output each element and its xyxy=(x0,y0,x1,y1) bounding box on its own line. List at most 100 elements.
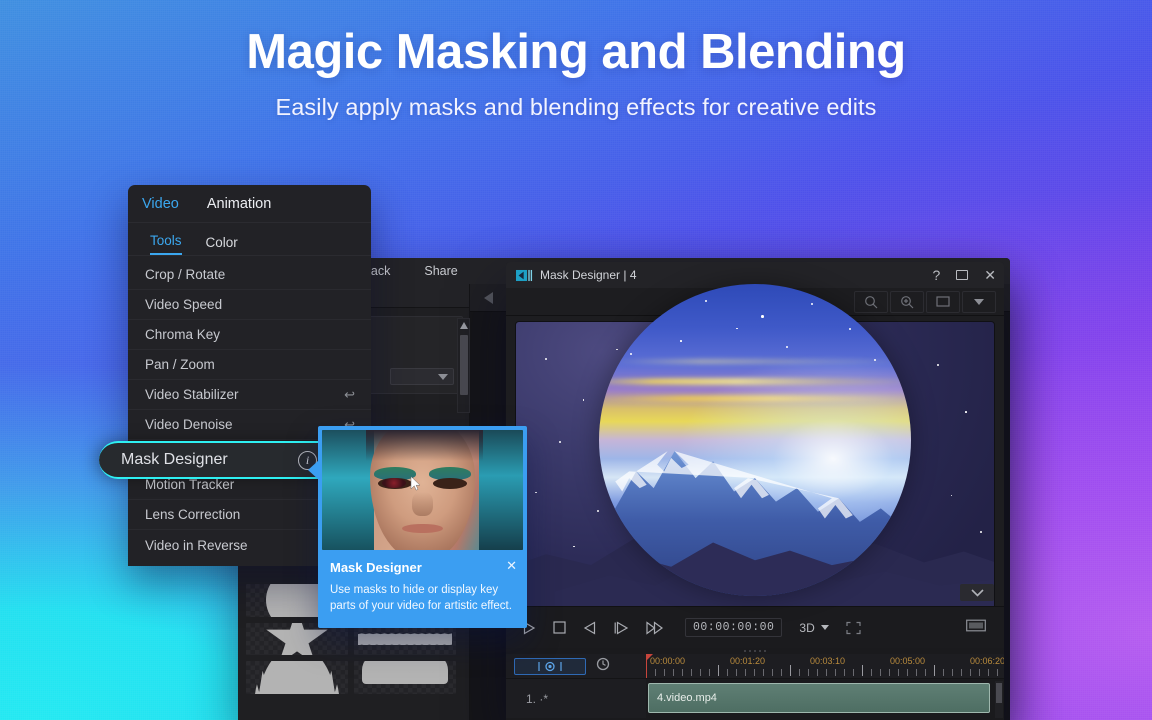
menu-item-label: Video in Reverse xyxy=(145,537,248,553)
close-button[interactable]: ✕ xyxy=(984,268,996,282)
sunburst-shape-icon xyxy=(258,661,336,694)
chevron-down-icon xyxy=(820,625,829,630)
window-controls: ? ✕ xyxy=(932,262,996,288)
menu-item-pan-zoom[interactable]: Pan / Zoom xyxy=(128,350,371,380)
frame-icon xyxy=(935,296,950,307)
screenshot-root: Magic Masking and Blending Easily apply … xyxy=(0,0,1152,720)
flyout-tabs: Video Animation xyxy=(128,185,371,223)
mask-designer-title: Mask Designer | 4 xyxy=(540,268,637,282)
clock-icon xyxy=(596,657,610,670)
circular-mask-region[interactable] xyxy=(599,284,911,596)
snapshot-button[interactable] xyxy=(966,618,986,637)
hero-header: Magic Masking and Blending Easily apply … xyxy=(0,24,1152,121)
editor-scrollbar[interactable] xyxy=(457,318,470,413)
fast-forward-button[interactable] xyxy=(646,620,664,635)
tab-animation[interactable]: Animation xyxy=(207,196,271,212)
fast-forward-icon xyxy=(646,620,664,635)
help-button[interactable]: ? xyxy=(932,268,940,282)
timeline-vertical-scrollbar[interactable] xyxy=(995,681,1003,718)
scroll-up-icon[interactable] xyxy=(460,322,468,329)
undo-arrow-icon[interactable]: ↩ xyxy=(344,387,355,403)
fullscreen-button[interactable] xyxy=(846,621,861,635)
iris-sparkle-effect xyxy=(382,478,407,488)
chevron-down-icon xyxy=(970,588,984,597)
subtab-color[interactable]: Color xyxy=(206,235,238,255)
chevron-down-icon xyxy=(438,373,448,380)
mask-designer-window: Mask Designer | 4 ? ✕ 00:00:00:00 3D 00:… xyxy=(506,262,1004,720)
stop-button[interactable] xyxy=(553,621,566,634)
ruler-major-ticks xyxy=(646,665,1004,676)
stop-icon xyxy=(553,621,566,634)
tooltip-body: Mask Designer ✕ Use masks to hide or dis… xyxy=(318,550,527,628)
menu-item-label: Crop / Rotate xyxy=(145,267,226,282)
menu-item-label: Pan / Zoom xyxy=(145,357,215,372)
tooltip-close-button[interactable]: ✕ xyxy=(506,559,517,572)
editor-dropdown[interactable] xyxy=(390,368,454,385)
keyframe-mode-button[interactable] xyxy=(514,657,586,675)
menu-item-label: Video Speed xyxy=(145,297,223,312)
mask-designer-tooltip: Mask Designer ✕ Use masks to hide or dis… xyxy=(308,426,527,628)
mouse-cursor-icon xyxy=(411,475,422,491)
playhead[interactable] xyxy=(646,654,653,678)
menu-item-label: Mask Designer xyxy=(121,451,228,468)
timeline-ruler[interactable]: 00:00:00 00:01:20 00:03:10 00:05:00 00:0… xyxy=(646,654,1004,678)
fullscreen-icon xyxy=(846,621,861,634)
track-label: 1. ·* xyxy=(506,679,646,718)
portrait-illustration xyxy=(322,430,523,550)
eye-right xyxy=(432,478,467,489)
tooltip-preview-image xyxy=(322,430,523,550)
chevron-down-icon xyxy=(974,298,984,305)
view-mode-selector[interactable]: 3D xyxy=(799,620,829,635)
mask-timeline: 00:00:00 00:01:20 00:03:10 00:05:00 00:0… xyxy=(506,648,1004,720)
rect-shape-icon xyxy=(361,635,449,643)
menu-item-chroma-key[interactable]: Chroma Key xyxy=(128,320,371,350)
toolbar-dropdown-button[interactable] xyxy=(962,290,996,313)
next-frame-icon xyxy=(614,620,629,635)
menu-item-label: Lens Correction xyxy=(145,507,241,522)
scrollbar-thumb[interactable] xyxy=(460,335,468,395)
app-logo-icon xyxy=(516,269,533,281)
previous-frame-button[interactable] xyxy=(583,620,597,635)
menu-item-video-speed[interactable]: Video Speed xyxy=(128,290,371,320)
timeline-header: 00:00:00 00:01:20 00:03:10 00:05:00 00:0… xyxy=(506,654,1004,678)
fit-view-button[interactable] xyxy=(926,290,960,313)
maximize-icon[interactable] xyxy=(956,270,969,280)
clip-name: 4.video.mp4 xyxy=(657,692,717,704)
tooltip-description: Use masks to hide or display key parts o… xyxy=(330,584,512,613)
lips xyxy=(402,523,443,534)
panel-collapse-button[interactable] xyxy=(960,584,994,601)
snapshot-icon xyxy=(966,619,986,631)
mask-shape-sunburst[interactable] xyxy=(246,661,348,694)
menu-item-label: Video Stabilizer xyxy=(145,387,239,402)
back-arrow-icon[interactable] xyxy=(484,291,493,304)
mask-preview[interactable] xyxy=(516,284,994,620)
cloud-shape-icon xyxy=(362,661,448,684)
flyout-subtabs: Tools Color xyxy=(128,223,371,256)
tooltip-title: Mask Designer xyxy=(330,560,422,575)
menu-item-label: Video Denoise xyxy=(145,417,233,432)
timeline-track[interactable]: 1. ·* 4.video.mp4 xyxy=(506,678,1004,718)
menu-item-share[interactable]: Share xyxy=(424,264,457,278)
transport-bar: 00:00:00:00 3D xyxy=(506,606,1004,648)
tooltip-arrow-icon xyxy=(308,460,319,480)
hair-right xyxy=(478,430,523,550)
timeline-clip[interactable]: 4.video.mp4 xyxy=(648,683,990,713)
page-subtitle: Easily apply masks and blending effects … xyxy=(275,94,877,121)
menu-item-crop-rotate[interactable]: Crop / Rotate xyxy=(128,260,371,290)
timeline-clock-button[interactable] xyxy=(596,657,610,676)
tab-video[interactable]: Video xyxy=(142,196,179,212)
view-mode-label: 3D xyxy=(799,620,815,635)
forehead-shadow xyxy=(366,430,483,462)
nose xyxy=(412,492,433,517)
menu-item-label: Motion Tracker xyxy=(145,477,235,492)
aurora-band-3 xyxy=(599,358,911,364)
menu-item-video-stabilizer[interactable]: Video Stabilizer ↩ xyxy=(128,380,371,410)
timeline-header-controls xyxy=(506,654,646,678)
next-frame-button[interactable] xyxy=(614,620,629,635)
subtab-tools[interactable]: Tools xyxy=(150,233,182,255)
timecode-display[interactable]: 00:00:00:00 xyxy=(685,618,783,637)
page-title: Magic Masking and Blending xyxy=(246,25,906,79)
track-lane[interactable]: 4.video.mp4 xyxy=(646,679,1004,718)
mask-shape-cloud[interactable] xyxy=(354,661,456,694)
aurora-band-1 xyxy=(599,377,911,385)
